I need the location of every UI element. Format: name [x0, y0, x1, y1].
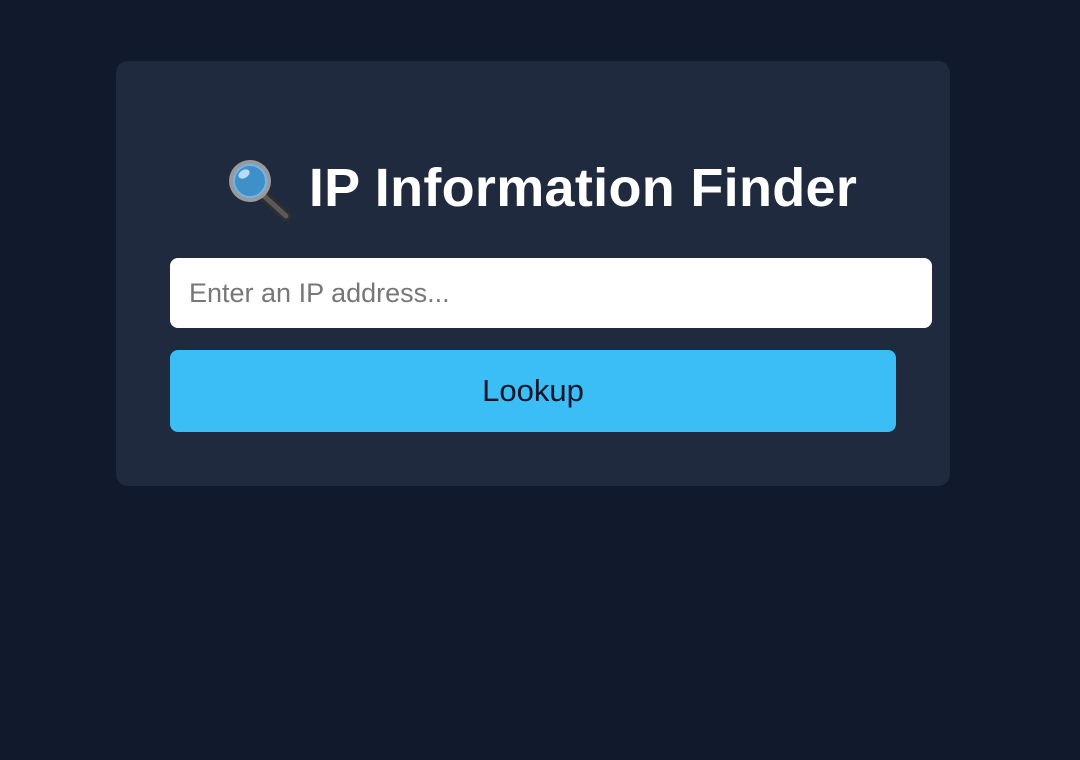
lookup-button[interactable]: Lookup: [170, 350, 896, 432]
ip-address-input[interactable]: [170, 258, 932, 328]
page-title: IP Information Finder: [0, 148, 1080, 228]
page-title-text: IP Information Finder: [308, 158, 858, 218]
magnifying-glass-icon: [223, 155, 293, 222]
